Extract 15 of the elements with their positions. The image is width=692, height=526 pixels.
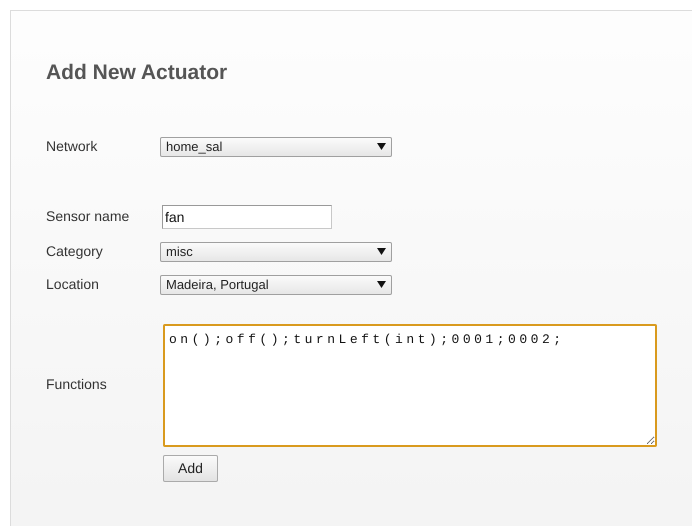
dropdown-arrow-icon xyxy=(377,281,386,288)
select-field[interactable]: home_sal xyxy=(160,136,392,156)
field-label: Sensor name xyxy=(46,208,130,224)
functions-field[interactable]: on();off();turnLeft(int);0001;0002; xyxy=(163,324,657,446)
field-label: Location xyxy=(46,276,99,292)
page-title: Add New Actuator xyxy=(46,60,228,86)
text-field[interactable]: fan xyxy=(162,204,332,228)
add-button[interactable]: Add xyxy=(163,454,218,482)
dropdown-arrow-icon xyxy=(377,248,386,255)
field-label: Functions xyxy=(46,376,107,392)
select-field[interactable]: misc xyxy=(160,242,392,262)
dropdown-arrow-icon xyxy=(377,143,386,150)
select-field[interactable]: Madeira, Portugal xyxy=(160,274,392,294)
field-label: Category xyxy=(46,242,103,258)
field-label: Network xyxy=(46,138,98,154)
